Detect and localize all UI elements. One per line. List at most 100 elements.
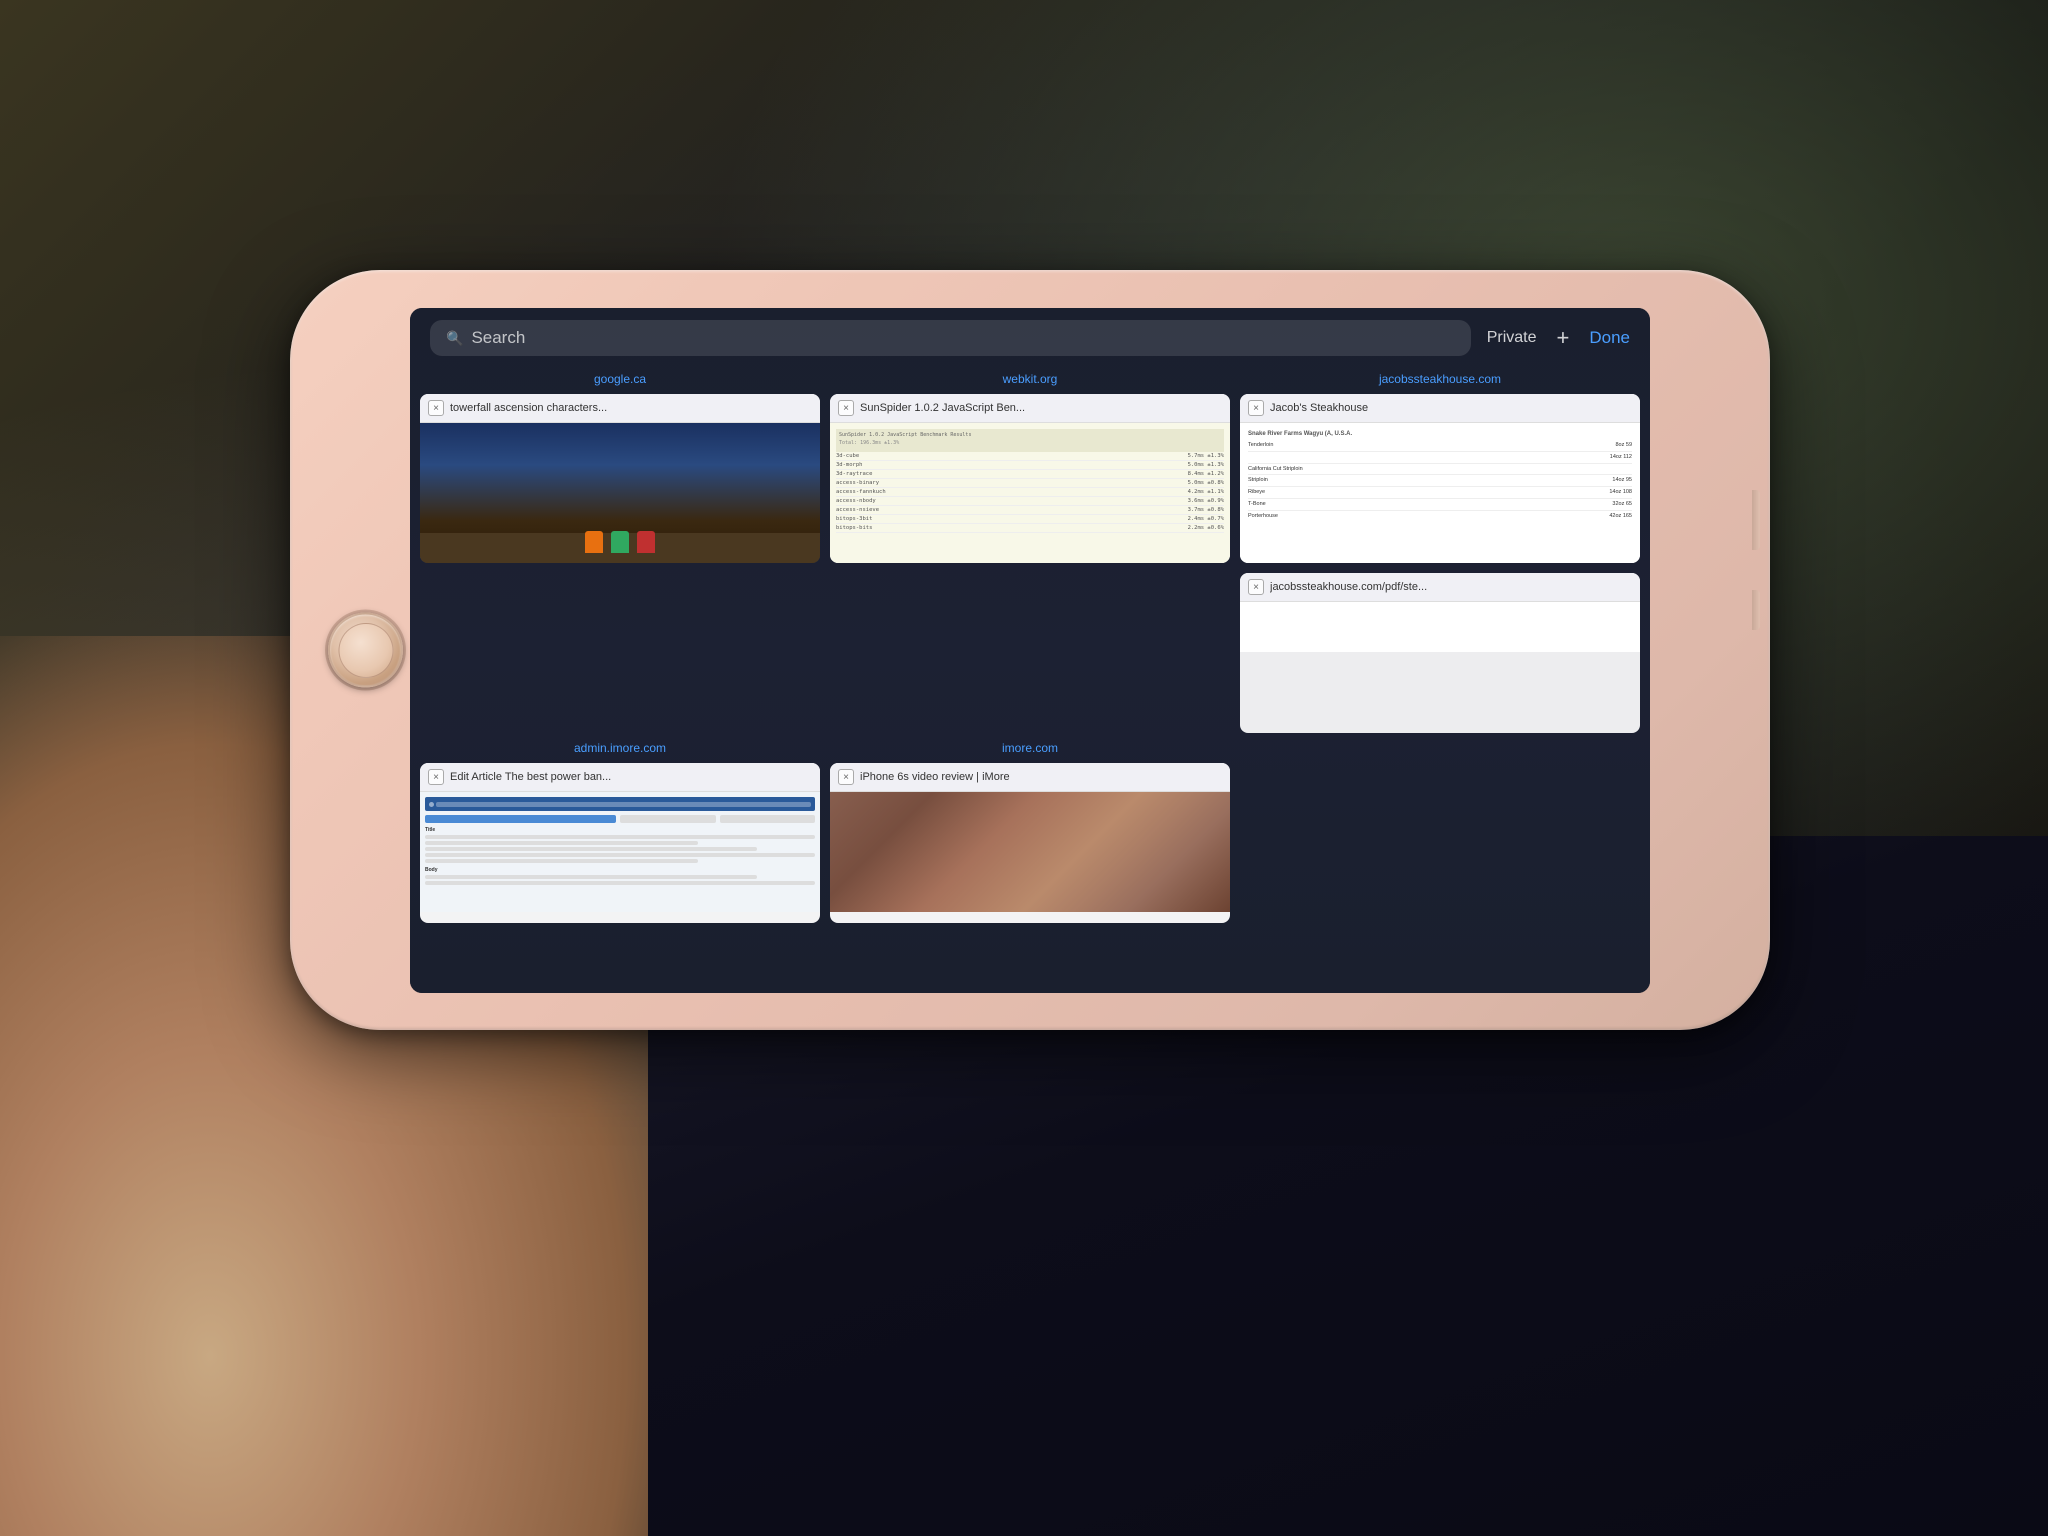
tab-close-5[interactable]: × <box>838 769 854 785</box>
article-line-7 <box>425 881 815 885</box>
tabs-row-2: admin.imore.com × Edit Article The best … <box>420 737 1640 923</box>
close-icon-5: × <box>843 772 849 783</box>
tab-title-2: SunSpider 1.0.2 JavaScript Ben... <box>860 402 1222 414</box>
tab-domain-1[interactable]: google.ca <box>420 368 820 390</box>
tab-header-2: × SunSpider 1.0.2 JavaScript Ben... <box>830 394 1230 423</box>
tab-domain-4[interactable]: admin.imore.com <box>420 737 820 759</box>
bench-subtitle: Total: 196.3ms ±1.3% <box>839 440 1221 446</box>
tab-col-3: jacobssteakhouse.com × Jacob's Steakhous… <box>1240 368 1640 733</box>
sub-tab-header-3: × jacobssteakhouse.com/pdf/ste... <box>1240 573 1640 602</box>
menu-item-4: Striploin14oz 95 <box>1248 475 1632 487</box>
tab-domain-5[interactable]: imore.com <box>830 737 1230 759</box>
bench-row-3: 3d-raytrace8.4ms ±1.2% <box>836 470 1224 479</box>
tab-domain-3[interactable]: jacobssteakhouse.com <box>1240 368 1640 390</box>
character-1 <box>585 531 603 553</box>
article-line-2 <box>425 841 698 845</box>
menu-item-2: 14oz 112 <box>1248 452 1632 464</box>
bench-row-2: 3d-morph5.0ms ±1.3% <box>836 461 1224 470</box>
tab-thumbnail-2: SunSpider 1.0.2 JavaScript Benchmark Res… <box>830 423 1230 563</box>
search-bar[interactable]: 🔍 Search <box>430 320 1471 356</box>
bench-table: 3d-cube5.7ms ±1.3% 3d-morph5.0ms ±1.3% 3… <box>836 452 1224 533</box>
bench-row-9: bitops-bits2.2ms ±0.6% <box>836 524 1224 533</box>
bench-title-text: SunSpider 1.0.2 JavaScript Benchmark Res… <box>839 432 1221 438</box>
toolbar-btn-2 <box>620 815 716 823</box>
add-tab-button[interactable]: + <box>1557 327 1570 349</box>
tab-card-2[interactable]: × SunSpider 1.0.2 JavaScript Ben... SunS… <box>830 394 1230 563</box>
bench-row-8: bitops-3bit2.4ms ±0.7% <box>836 515 1224 524</box>
header-url-bar <box>436 802 811 807</box>
bench-row-6: access-nbody3.6ms ±0.9% <box>836 497 1224 506</box>
tab-close-3[interactable]: × <box>1248 400 1264 416</box>
close-icon-2: × <box>843 403 849 414</box>
menu-section-title: Snake River Farms Wagyu (A, U.S.A. <box>1248 431 1632 437</box>
article-line-1 <box>425 835 815 839</box>
power-button[interactable] <box>1752 490 1760 550</box>
close-icon-4: × <box>433 772 439 783</box>
tab-domain-2[interactable]: webkit.org <box>830 368 1230 390</box>
tab-close-2[interactable]: × <box>838 400 854 416</box>
tab-header-3: × Jacob's Steakhouse <box>1240 394 1640 423</box>
menu-item-7: Porterhouse42oz 165 <box>1248 511 1632 522</box>
tab-col-6-empty <box>1240 737 1640 923</box>
article-toolbar <box>425 815 815 823</box>
toolbar-btn-3 <box>720 815 816 823</box>
tab-close-1[interactable]: × <box>428 400 444 416</box>
article-line-6 <box>425 875 757 879</box>
tab-header-5: × iPhone 6s video review | iMore <box>830 763 1230 792</box>
bench-row-4: access-binary5.0ms ±0.8% <box>836 479 1224 488</box>
tab-card-5[interactable]: × iPhone 6s video review | iMore <box>830 763 1230 923</box>
menu-item-3: California Cut Striploin <box>1248 464 1632 476</box>
menu-items: Tenderloin8oz 59 14oz 112 California Cut… <box>1248 440 1632 522</box>
sub-tab-close-3[interactable]: × <box>1248 579 1264 595</box>
tab-card-1[interactable]: × towerfall ascension characters... <box>420 394 820 563</box>
browser-toolbar: 🔍 Search Private + Done <box>410 308 1650 368</box>
bench-header: SunSpider 1.0.2 JavaScript Benchmark Res… <box>836 429 1224 452</box>
phone-body: 🔍 Search Private + Done google.ca <box>290 270 1770 1030</box>
search-input-text[interactable]: Search <box>471 328 525 348</box>
tab-thumbnail-5 <box>830 792 1230 912</box>
phone-screen: 🔍 Search Private + Done google.ca <box>410 308 1650 993</box>
tab-title-5: iPhone 6s video review | iMore <box>860 771 1222 783</box>
tab-title-1: towerfall ascension characters... <box>450 402 812 414</box>
article-line-4 <box>425 853 815 857</box>
tab-close-4[interactable]: × <box>428 769 444 785</box>
article-line-3 <box>425 847 757 851</box>
done-button[interactable]: Done <box>1589 328 1630 348</box>
tab-header-4: × Edit Article The best power ban... <box>420 763 820 792</box>
bench-row-1: 3d-cube5.7ms ±1.3% <box>836 452 1224 461</box>
tab-col-1: google.ca × towerfall ascension characte… <box>420 368 820 733</box>
bench-row-5: access-fannkuch4.2ms ±1.1% <box>836 488 1224 497</box>
tab-thumbnail-3: Snake River Farms Wagyu (A, U.S.A. Tende… <box>1240 423 1640 563</box>
tab-card-4[interactable]: × Edit Article The best power ban... <box>420 763 820 923</box>
tab-col-2: webkit.org × SunSpider 1.0.2 JavaScript … <box>830 368 1230 733</box>
article-line-5 <box>425 859 698 863</box>
menu-item-6: T-Bone32oz 65 <box>1248 499 1632 511</box>
tab-card-3[interactable]: × Jacob's Steakhouse Snake River Farms W… <box>1240 394 1640 563</box>
home-button[interactable] <box>328 613 403 688</box>
article-body-label: Body <box>425 867 815 873</box>
article-header-bar <box>425 797 815 811</box>
sub-tab-card-3[interactable]: × jacobssteakhouse.com/pdf/ste... <box>1240 573 1640 733</box>
character-2 <box>611 531 629 553</box>
video-texture <box>830 792 1230 912</box>
home-button-inner <box>338 623 393 678</box>
header-dot <box>429 802 434 807</box>
character-3 <box>637 531 655 553</box>
close-icon-1: × <box>433 403 439 414</box>
private-button[interactable]: Private <box>1487 329 1537 347</box>
tab-title-3: Jacob's Steakhouse <box>1270 402 1632 414</box>
tab-thumbnail-4: Title Body <box>420 792 820 912</box>
toolbar-actions: Private + Done <box>1487 327 1630 349</box>
tab-header-1: × towerfall ascension characters... <box>420 394 820 423</box>
search-icon: 🔍 <box>446 330 463 347</box>
camera-button <box>1752 590 1760 630</box>
tabs-area: google.ca × towerfall ascension characte… <box>410 368 1650 923</box>
tab-col-5: imore.com × iPhone 6s video review | iMo… <box>830 737 1230 923</box>
close-icon-3: × <box>1253 403 1259 414</box>
close-icon-sub-3: × <box>1253 582 1259 593</box>
tabs-row-1: google.ca × towerfall ascension characte… <box>420 368 1640 733</box>
screen-content: 🔍 Search Private + Done google.ca <box>410 308 1650 993</box>
bench-row-7: access-nsieve3.7ms ±0.8% <box>836 506 1224 515</box>
article-name-label: Title <box>425 827 815 833</box>
sub-tab-thumb <box>1240 602 1640 652</box>
